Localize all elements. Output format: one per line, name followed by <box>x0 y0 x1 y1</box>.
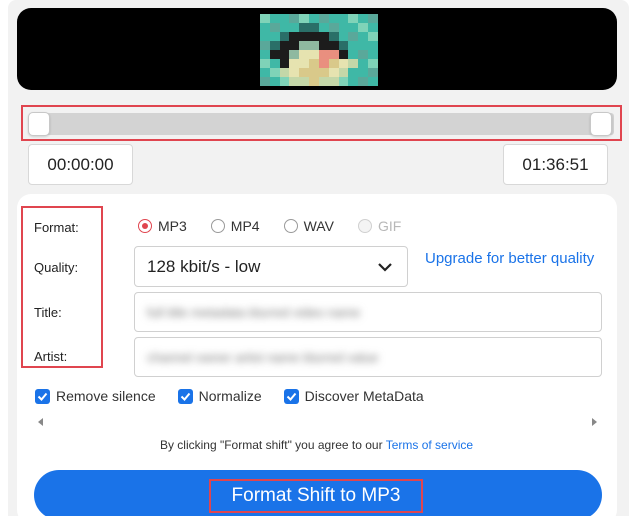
format-radio-wav[interactable]: WAV <box>283 218 334 234</box>
radio-label: MP3 <box>158 218 187 234</box>
checkbox-checked-icon[interactable] <box>283 388 299 404</box>
radio-dot[interactable] <box>283 219 298 233</box>
artist-input[interactable]: channel owner artist name blurred value <box>134 337 602 377</box>
format-radio-gif: GIF <box>357 218 402 234</box>
quality-value: 128 kbit/s - low <box>147 256 261 276</box>
artist-value: channel owner artist name blurred value <box>147 349 379 365</box>
start-time-field[interactable]: 00:00:00 <box>28 144 133 185</box>
trim-slider-track[interactable] <box>29 113 614 135</box>
terms-text: By clicking "Format shift" you agree to … <box>159 438 386 452</box>
checkbox-label: Remove silence <box>56 388 156 404</box>
remove-silence-checkbox[interactable]: Remove silence <box>35 388 156 404</box>
quality-label: Quality: <box>34 260 79 275</box>
options-checkboxes: Remove silence Normalize Discover MetaDa… <box>35 388 446 404</box>
video-thumbnail <box>260 14 378 86</box>
radio-label: WAV <box>303 218 334 234</box>
title-label: Title: <box>34 305 62 320</box>
scroll-right-arrow-icon[interactable] <box>592 418 597 426</box>
radio-label: MP4 <box>230 218 260 234</box>
format-shift-button-label[interactable]: Format Shift to MP3 <box>209 479 423 513</box>
quality-select[interactable]: 128 kbit/s - low <box>134 246 408 287</box>
format-radio-mp3[interactable]: MP3 <box>138 218 187 234</box>
artist-label: Artist: <box>34 349 68 364</box>
title-input[interactable]: full title metadata blurred video name <box>134 292 602 332</box>
checkbox-label: Discover MetaData <box>304 388 424 404</box>
video-preview[interactable] <box>17 8 617 90</box>
checkbox-checked-icon[interactable] <box>177 388 193 404</box>
format-label: Format: <box>34 220 79 235</box>
scroll-left-arrow-icon[interactable] <box>38 418 43 426</box>
radio-dot[interactable] <box>138 219 152 233</box>
normalize-checkbox[interactable]: Normalize <box>177 388 262 404</box>
terms-of-service-link[interactable]: Terms of service <box>386 438 473 452</box>
upgrade-link[interactable]: Upgrade for better quality <box>425 251 605 267</box>
title-value: full title metadata blurred video name <box>147 304 361 320</box>
trim-slider-highlight <box>21 105 622 141</box>
chevron-down-icon <box>378 263 392 272</box>
terms-notice: By clicking "Format shift" you agree to … <box>0 438 633 452</box>
radio-dot <box>357 219 372 233</box>
radio-dot[interactable] <box>210 219 225 233</box>
format-radio-group: MP3 MP4 WAV GIF <box>138 218 425 234</box>
checkbox-checked-icon[interactable] <box>35 388 50 404</box>
discover-metadata-checkbox[interactable]: Discover MetaData <box>283 388 424 404</box>
trim-end-handle[interactable] <box>590 112 612 136</box>
radio-label: GIF <box>377 218 402 234</box>
end-time-field[interactable]: 01:36:51 <box>503 144 608 185</box>
checkbox-label: Normalize <box>198 388 262 404</box>
format-radio-mp4[interactable]: MP4 <box>210 218 260 234</box>
trim-start-handle[interactable] <box>28 112 50 136</box>
